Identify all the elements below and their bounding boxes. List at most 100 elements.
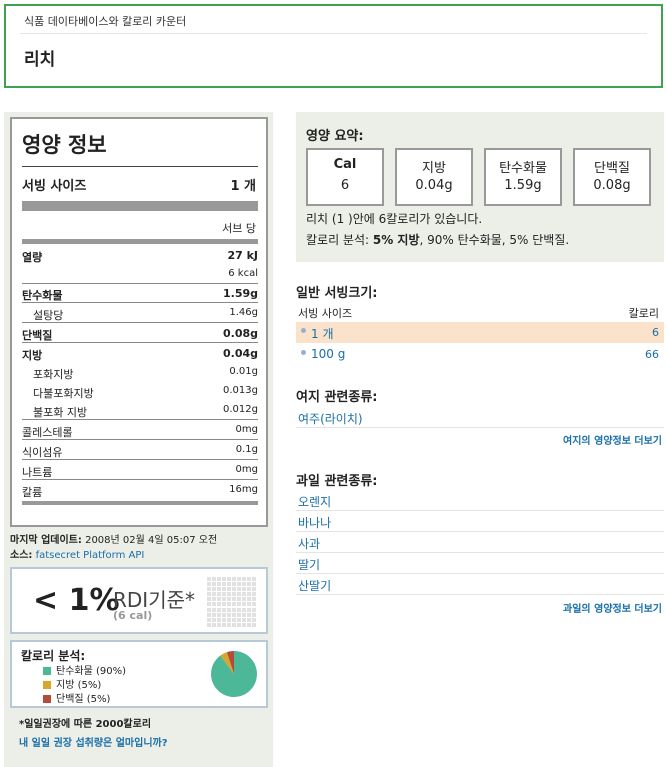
rdi-grid-cell — [232, 607, 236, 612]
breadcrumb[interactable]: 식품 데이타베이스와 칼로리 카운터 — [24, 13, 186, 29]
nutrient-row-sodium: 나트륨 0mg — [22, 460, 258, 480]
calorie-breakdown-panel: 칼로리 분석: 탄수화물 (90%) 지방 (5%) 단백질 (5%) — [10, 640, 268, 708]
rdi-grid-cell — [237, 622, 241, 627]
servings-title: 일반 서빙크기: — [296, 286, 378, 301]
nutrient-row-energy-kcal: 6 kcal — [22, 264, 258, 284]
rdi-grid-cell — [207, 577, 211, 581]
serving-size-link[interactable]: 1 개 — [311, 325, 334, 342]
related-lychee-item[interactable]: 여주(라이치) — [296, 407, 664, 428]
nutrient-value: 0.013g — [223, 385, 258, 396]
rdi-grid-cell — [222, 612, 226, 617]
summary-box-label: 지방 — [422, 161, 446, 176]
serving-row[interactable]: 1 개 6 — [296, 322, 664, 343]
more-lychee-link[interactable]: 여지의 영양정보 더보기 — [563, 432, 662, 447]
rdi-grid-cell — [207, 597, 211, 602]
rdi-grid-cell — [207, 622, 211, 627]
rdi-grid-cell — [232, 612, 236, 617]
breakdown-fat: 5% 지방 — [372, 233, 420, 247]
summary-box-value: 6 — [340, 178, 350, 193]
related-fruit-item[interactable]: 산딸기 — [296, 574, 664, 595]
page-title: 리치 — [24, 50, 56, 70]
rdi-grid-cell — [207, 607, 211, 612]
related-link[interactable]: 바나나 — [298, 514, 331, 531]
rdi-grid-cell — [222, 587, 226, 592]
summary-box-protein: 단백질 0.08g — [573, 148, 651, 206]
rdi-grid-icon — [207, 577, 257, 627]
rdi-grid-cell — [212, 592, 216, 597]
nutrient-value: 0.1g — [235, 444, 258, 455]
legend-item-protein: 단백질 (5%) — [43, 690, 110, 705]
rdi-grid-cell — [247, 587, 251, 592]
serving-size-link[interactable]: 100 g — [311, 347, 345, 361]
summary-box-label: 탄수화물 — [499, 161, 547, 176]
bullet-icon — [301, 350, 306, 355]
related-fruit-item[interactable]: 딸기 — [296, 553, 664, 574]
rdi-grid-cell — [227, 582, 231, 587]
nutrient-row-protein: 단백질 0.08g — [22, 323, 258, 343]
rdi-grid-cell — [222, 602, 226, 607]
source-label: 소스: — [10, 550, 33, 561]
rdi-grid-cell — [242, 582, 246, 587]
legend-item-fat: 지방 (5%) — [43, 676, 101, 691]
rdi-grid-cell — [217, 587, 221, 592]
nutrient-row-potassium: 칼륨 16mg — [22, 480, 258, 500]
rdi-grid-cell — [247, 602, 251, 607]
related-fruit-item[interactable]: 바나나 — [296, 511, 664, 532]
rdi-grid-cell — [232, 617, 236, 622]
more-fruit-link[interactable]: 과일의 영양정보 더보기 — [563, 600, 662, 615]
related-lychee-title: 여지 관련종류: — [296, 390, 378, 405]
medium-divider — [22, 239, 258, 244]
rdi-grid-cell — [242, 597, 246, 602]
rdi-grid-cell — [232, 597, 236, 602]
rdi-grid-cell — [227, 602, 231, 607]
related-fruit-title: 과일 관련종류: — [296, 474, 378, 489]
rdi-grid-cell — [242, 602, 246, 607]
related-link[interactable]: 산딸기 — [298, 577, 331, 594]
rdi-grid-cell — [217, 597, 221, 602]
rdi-grid-cell — [237, 597, 241, 602]
nutrient-row-unsaturated-fat: 불포화 지방 0.012g — [22, 400, 258, 420]
rdi-grid-cell — [247, 582, 251, 587]
rdi-grid-cell — [222, 622, 226, 627]
rdi-grid-cell — [207, 617, 211, 622]
rdi-grid-cell — [237, 577, 241, 581]
rdi-grid-cell — [207, 582, 211, 587]
bullet-icon — [301, 328, 306, 333]
summary-box-calories: Cal 6 — [306, 148, 384, 206]
rdi-grid-cell — [227, 587, 231, 592]
nutrient-value: 16mg — [229, 484, 258, 495]
nutrient-label: 다불포화지방 — [33, 387, 94, 400]
source-link[interactable]: fatsecret Platform API — [36, 550, 145, 561]
nutrient-value: 0.01g — [229, 366, 258, 377]
related-fruit-item[interactable]: 사과 — [296, 532, 664, 553]
rdi-grid-cell — [212, 622, 216, 627]
rdi-grid-cell — [222, 592, 226, 597]
bottom-divider — [22, 501, 258, 505]
serving-row[interactable]: 100 g 66 — [296, 344, 664, 365]
rdi-grid-cell — [252, 617, 256, 622]
rdi-grid-cell — [247, 577, 251, 581]
summary-box-label: 단백질 — [594, 161, 630, 176]
nutrient-label: 불포화 지방 — [33, 406, 88, 419]
related-fruit-item[interactable]: 오렌지 — [296, 490, 664, 511]
related-link[interactable]: 사과 — [298, 535, 320, 552]
rdi-grid-cell — [217, 612, 221, 617]
rdi-grid-cell — [242, 607, 246, 612]
rdi-grid-cell — [212, 582, 216, 587]
page-header: 식품 데이타베이스와 칼로리 카운터 리치 — [4, 4, 663, 88]
rdi-help-link[interactable]: 내 일일 권장 섭취량은 얼마입니까? — [19, 734, 168, 749]
rdi-grid-cell — [237, 617, 241, 622]
rdi-grid-cell — [222, 577, 226, 581]
rdi-grid-cell — [212, 612, 216, 617]
related-link[interactable]: 딸기 — [298, 556, 320, 573]
serving-calories: 66 — [645, 348, 659, 361]
divider — [22, 166, 258, 167]
related-link[interactable]: 오렌지 — [298, 493, 331, 510]
rdi-grid-cell — [232, 602, 236, 607]
rdi-grid-cell — [217, 607, 221, 612]
rdi-calories: (6 cal) — [113, 609, 153, 622]
rdi-grid-cell — [252, 612, 256, 617]
nutrient-value: 0.012g — [223, 404, 258, 415]
related-link[interactable]: 여주(라이치) — [298, 410, 363, 427]
rdi-grid-cell — [247, 597, 251, 602]
